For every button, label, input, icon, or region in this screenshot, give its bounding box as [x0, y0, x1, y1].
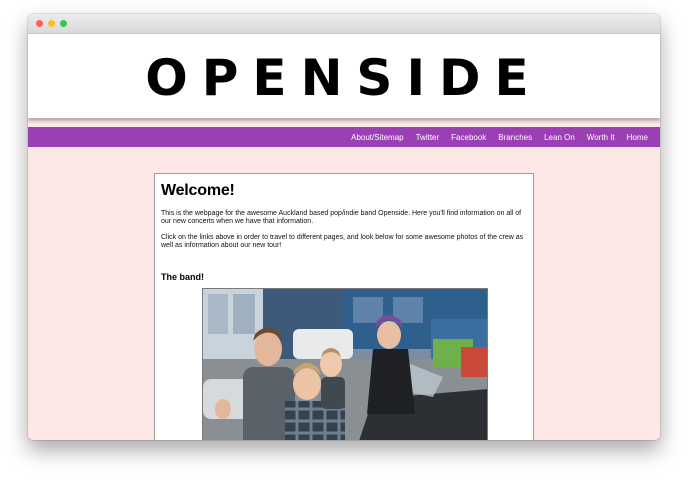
nav-item-about-sitemap[interactable]: About/Sitemap [345, 133, 409, 142]
nav-item-lean-on[interactable]: Lean On [538, 133, 581, 142]
nav-item-branches[interactable]: Branches [492, 133, 538, 142]
browser-window: OPENSIDE About/Sitemap Twitter Facebook Bra… [28, 14, 660, 440]
close-window-button[interactable] [36, 20, 43, 27]
maximize-window-button[interactable] [60, 20, 67, 27]
navigation-paragraph: Click on the links above in order to tra… [161, 234, 524, 249]
content-card: Welcome! This is the webpage for the awe… [154, 173, 534, 440]
window-titlebar [28, 14, 660, 34]
nav-item-home[interactable]: Home [621, 133, 654, 142]
page-title: Welcome! [161, 182, 235, 199]
logo-text: OPENSIDE [145, 49, 542, 107]
band-heading: The band! [161, 272, 204, 282]
site-header: OPENSIDE [28, 34, 660, 118]
band-photo [202, 288, 488, 440]
main-nav: About/Sitemap Twitter Facebook Branches Lean… [28, 127, 660, 147]
minimize-window-button[interactable] [48, 20, 55, 27]
nav-item-twitter[interactable]: Twitter [410, 133, 446, 142]
nav-item-facebook[interactable]: Facebook [445, 133, 492, 142]
intro-paragraph: This is the webpage for the awesome Auck… [161, 210, 522, 225]
site-logo[interactable]: OPENSIDE [28, 34, 660, 118]
nav-item-worth-it[interactable]: Worth It [581, 133, 621, 142]
